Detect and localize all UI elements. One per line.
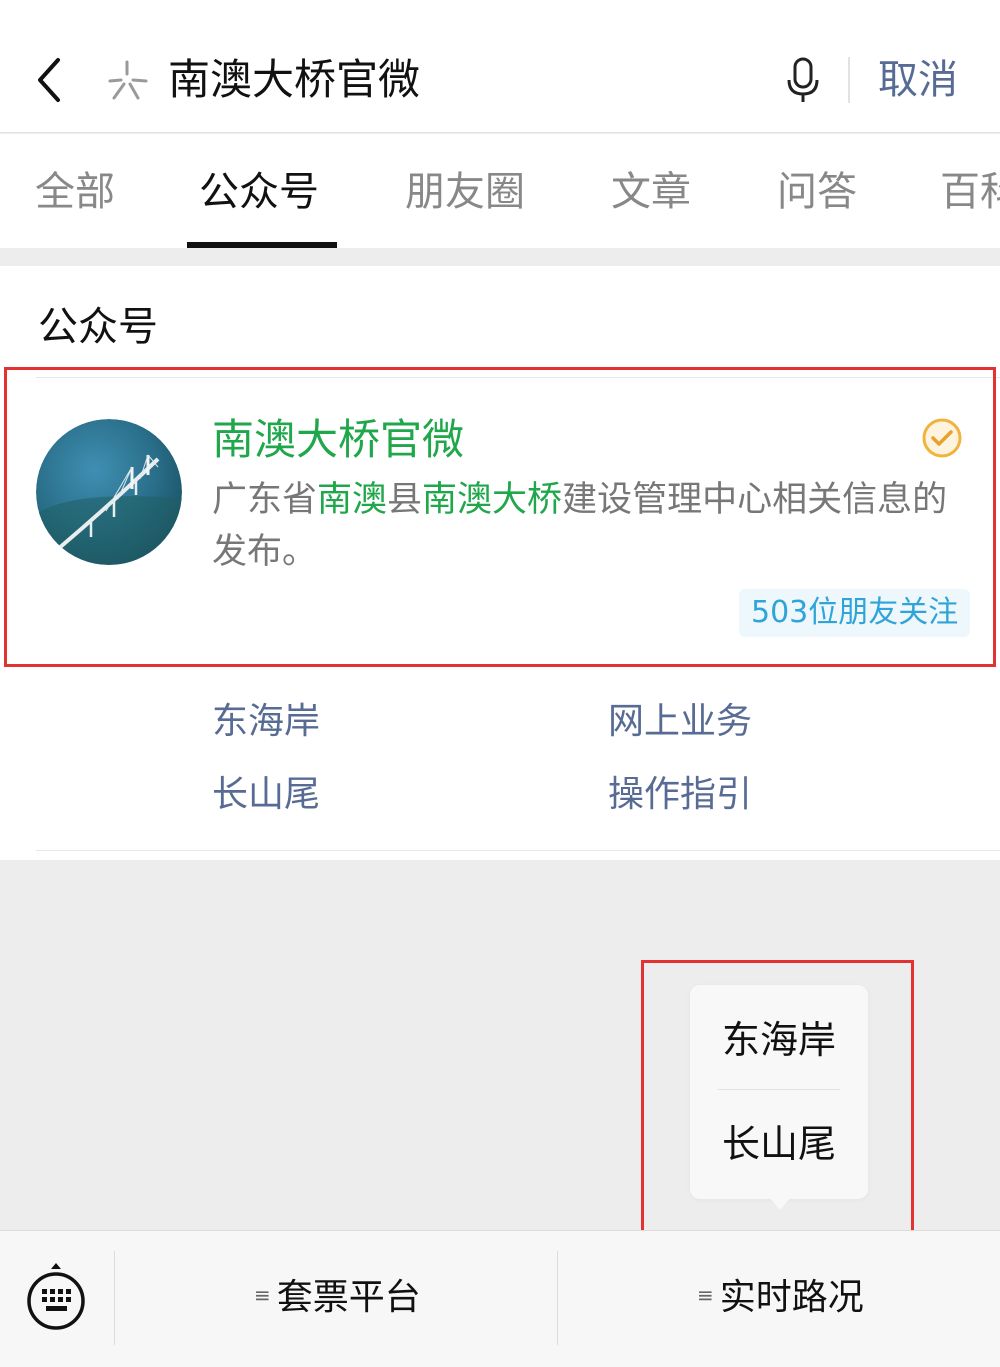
menu-ticket-platform[interactable]: ≡ 套票平台	[254, 1273, 421, 1324]
section-title: 公众号	[38, 304, 158, 350]
menu-lines-icon: ≡	[254, 1283, 271, 1307]
menu-lines-icon: ≡	[697, 1283, 714, 1307]
divider	[557, 1251, 558, 1345]
account-menu-bar: ≡ 套票平台 ≡ 实时路况	[0, 1230, 1000, 1367]
microphone-icon[interactable]	[784, 56, 822, 104]
search-bar: 南澳大桥官微 取消	[0, 0, 1000, 133]
divider	[114, 1251, 115, 1345]
account-result-highlight	[4, 367, 996, 667]
menu-realtime-traffic[interactable]: ≡ 实时路况	[697, 1273, 864, 1324]
menu-label: 实时路况	[719, 1277, 864, 1318]
category-tabs: 全部 公众号 朋友圈 文章 问答 百科	[0, 134, 1000, 248]
search-input[interactable]: 南澳大桥官微	[168, 52, 420, 108]
tab-moments[interactable]: 朋友圈	[405, 164, 525, 220]
tab-official-accounts[interactable]: 公众号	[199, 164, 319, 220]
tab-qa[interactable]: 问答	[777, 164, 857, 220]
cancel-button[interactable]: 取消	[878, 52, 958, 108]
menu-link-operation-guide[interactable]: 操作指引	[608, 770, 752, 820]
back-arrow-icon[interactable]	[30, 52, 70, 108]
search-icon	[102, 56, 152, 106]
menu-link-east-coast[interactable]: 东海岸	[212, 697, 320, 747]
tab-articles[interactable]: 文章	[611, 164, 691, 220]
active-tab-indicator	[187, 242, 337, 248]
divider	[36, 850, 1000, 851]
keyboard-icon[interactable]	[25, 1261, 87, 1333]
tab-all[interactable]: 全部	[35, 164, 115, 220]
menu-link-changshanwei[interactable]: 长山尾	[212, 770, 320, 820]
divider	[848, 57, 850, 103]
menu-label: 套票平台	[276, 1277, 421, 1318]
menu-link-online-services[interactable]: 网上业务	[608, 697, 752, 747]
tab-encyclopedia[interactable]: 百科	[940, 164, 1000, 220]
